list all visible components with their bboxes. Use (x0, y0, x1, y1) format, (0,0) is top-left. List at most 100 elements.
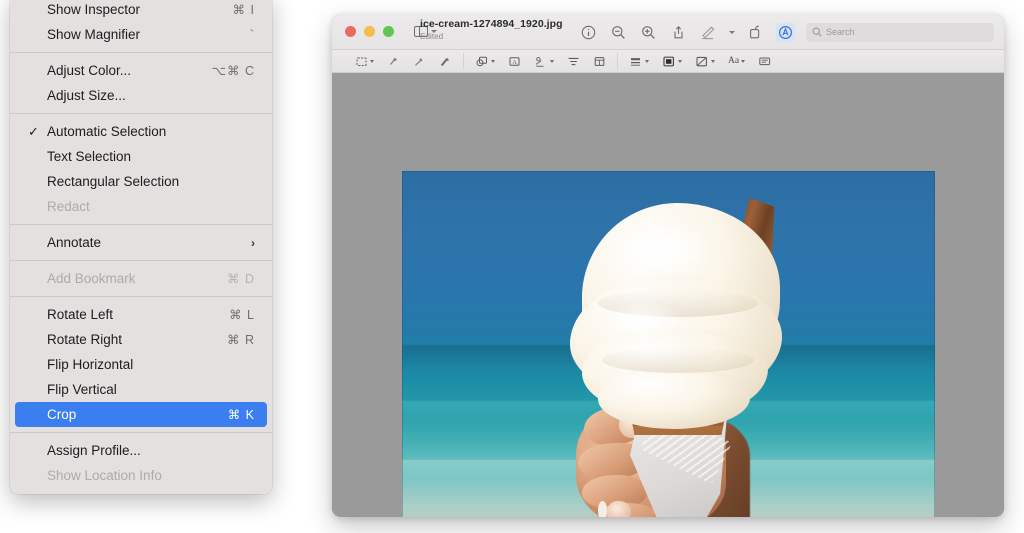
document-canvas[interactable]: WALLS (332, 73, 1004, 517)
chevron-down-icon (491, 59, 495, 63)
menu-item-shortcut: ⌘ D (227, 272, 255, 286)
menu-item-text-selection[interactable]: Text Selection (15, 144, 267, 169)
menu-separator (10, 432, 272, 433)
share-icon[interactable] (669, 23, 688, 42)
minimize-button[interactable] (364, 26, 375, 37)
menu-item-rotate-left[interactable]: Rotate Left ⌘ L (15, 302, 267, 327)
sketch-icon[interactable] (413, 53, 426, 69)
menu-item-redact: Redact (15, 194, 267, 219)
chevron-down-icon (550, 59, 554, 63)
menu-item-label: Rectangular Selection (47, 174, 180, 189)
menu-item-flip-horizontal[interactable]: Flip Horizontal (15, 352, 267, 377)
shapes-icon[interactable] (475, 53, 495, 69)
svg-text:A: A (512, 59, 517, 66)
menu-item-label: Rotate Left (47, 307, 114, 322)
menu-separator (10, 296, 272, 297)
menu-item-label: Redact (47, 199, 90, 214)
text-icon[interactable]: A (508, 53, 521, 69)
shape-style-icon[interactable] (629, 53, 649, 69)
document-title-block: ice-cream-1274894_1920.jpg Edited (420, 18, 563, 41)
menu-item-show-location-info: Show Location Info (15, 463, 267, 488)
menu-item-label: Flip Vertical (47, 382, 117, 397)
menu-item-annotate[interactable]: Annotate › (15, 230, 267, 255)
chevron-down-icon (645, 59, 649, 63)
markup-group-shapes: A (463, 53, 617, 69)
menu-item-automatic-selection[interactable]: ✓ Automatic Selection (15, 119, 267, 144)
chevron-down-icon (370, 59, 374, 63)
menu-item-label: Show Location Info (47, 468, 162, 483)
menu-item-assign-profile[interactable]: Assign Profile... (15, 438, 267, 463)
menu-item-show-inspector[interactable]: Show Inspector ⌘ I (15, 0, 267, 22)
menu-item-label: Show Magnifier (47, 27, 141, 42)
zoom-button[interactable] (383, 26, 394, 37)
zoom-out-icon[interactable] (609, 23, 628, 42)
draw-icon[interactable] (439, 53, 452, 69)
menu-item-shortcut: ` (249, 27, 255, 42)
menu-item-label: Assign Profile... (47, 443, 141, 458)
rotate-icon[interactable] (746, 23, 765, 42)
markup-chevron-down-icon[interactable] (729, 30, 735, 34)
menu-item-flip-vertical[interactable]: Flip Vertical (15, 377, 267, 402)
menu-item-shortcut: ⌥⌘ C (211, 64, 255, 78)
close-button[interactable] (345, 26, 356, 37)
document-subtitle: Edited (420, 32, 444, 42)
search-input[interactable]: Search (806, 22, 994, 42)
preview-window: ice-cream-1274894_1920.jpg Edited Search… (332, 14, 1004, 517)
submenu-arrow-icon: › (251, 235, 255, 250)
markup-group-style: Aa (617, 53, 783, 69)
menu-item-shortcut: ⌘ L (229, 308, 255, 322)
adjust-size-icon[interactable] (593, 53, 606, 69)
menu-separator (10, 260, 272, 261)
menu-item-rectangular-selection[interactable]: Rectangular Selection (15, 169, 267, 194)
menu-item-show-magnifier[interactable]: Show Magnifier ` (15, 22, 267, 47)
menu-item-label: Annotate (47, 235, 102, 250)
photo-border (402, 171, 935, 517)
menu-item-crop[interactable]: Crop ⌘ K (15, 402, 267, 427)
info-icon[interactable] (579, 23, 598, 42)
menu-separator (10, 113, 272, 114)
search-placeholder: Search (826, 27, 855, 37)
menu-item-adjust-color[interactable]: Adjust Color... ⌥⌘ C (15, 58, 267, 83)
menu-item-rotate-right[interactable]: Rotate Right ⌘ R (15, 327, 267, 352)
menu-item-shortcut: ⌘ K (227, 408, 255, 422)
menu-item-label: Add Bookmark (47, 271, 136, 286)
text-style-icon[interactable]: Aa (728, 53, 746, 69)
text-style-label: Aa (728, 56, 740, 66)
menu-item-label: Show Inspector (47, 2, 141, 17)
menu-item-label: Adjust Size... (47, 88, 126, 103)
chevron-down-icon (678, 59, 682, 63)
sign-icon[interactable] (534, 53, 554, 69)
context-menu[interactable]: Show Inspector ⌘ I Show Magnifier ` Adjust C… (10, 0, 272, 494)
toolbar-right-group: Search (579, 14, 994, 50)
photo-image[interactable]: WALLS (402, 171, 935, 517)
menu-item-shortcut: ⌘ R (227, 333, 255, 347)
checkmark-icon: ✓ (28, 123, 39, 139)
chevron-down-icon (711, 59, 715, 63)
menu-item-label: Rotate Right (47, 332, 123, 347)
menu-item-shortcut: ⌘ I (232, 3, 255, 17)
document-title: ice-cream-1274894_1920.jpg (420, 18, 563, 30)
fill-color-icon[interactable] (662, 53, 682, 69)
menu-item-adjust-size[interactable]: Adjust Size... (15, 83, 267, 108)
annotate-circle-icon[interactable] (776, 22, 795, 42)
markup-pen-icon[interactable] (699, 23, 718, 42)
chevron-down-icon (741, 59, 746, 63)
menu-item-label: Adjust Color... (47, 63, 132, 78)
screenshot-root: ice-cream-1274894_1920.jpg Edited Search… (0, 0, 1024, 533)
note-icon[interactable] (758, 53, 772, 69)
window-titlebar: ice-cream-1274894_1920.jpg Edited Search (332, 14, 1004, 50)
traffic-lights (345, 26, 394, 37)
zoom-in-icon[interactable] (639, 23, 658, 42)
menu-item-label: Text Selection (47, 149, 132, 164)
menu-separator (10, 52, 272, 53)
instant-alpha-icon[interactable] (387, 53, 400, 69)
menu-item-add-bookmark: Add Bookmark ⌘ D (15, 266, 267, 291)
border-color-icon[interactable] (695, 53, 715, 69)
menu-item-label: Flip Horizontal (47, 357, 134, 372)
markup-toolbar: A Aa (332, 50, 1004, 73)
adjust-color-icon[interactable] (567, 53, 580, 69)
search-icon (812, 27, 822, 37)
selection-tool-icon[interactable] (355, 53, 374, 69)
menu-item-label: Crop (47, 407, 77, 422)
menu-separator (10, 224, 272, 225)
